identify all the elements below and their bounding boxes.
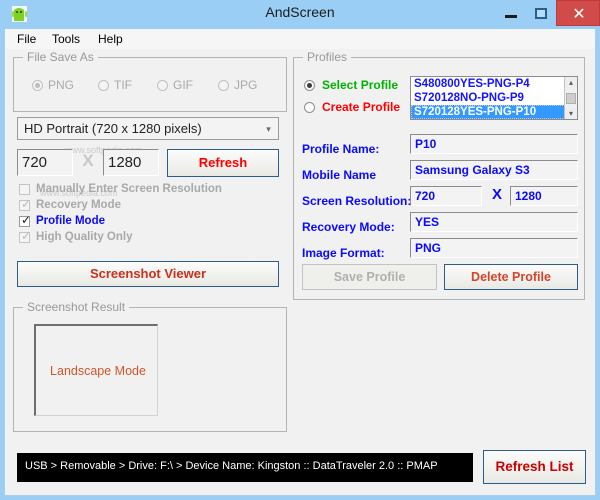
- radio-png-label: PNG: [48, 78, 75, 92]
- radio-png[interactable]: [32, 80, 43, 91]
- checkbox-recovery-mode-label: Recovery Mode: [36, 199, 122, 211]
- menu-item-help[interactable]: Help: [94, 31, 127, 47]
- scroll-down-icon[interactable]: ▾: [565, 108, 577, 119]
- image-format-label: Image Format:: [302, 246, 385, 260]
- maximize-button[interactable]: [526, 0, 556, 28]
- screenshot-result-group: Screenshot Result Landscape Mode: [13, 300, 287, 432]
- checkbox-manual-resolution[interactable]: [19, 184, 30, 195]
- mobile-name-input[interactable]: Samsung Galaxy S3: [410, 160, 578, 180]
- menu-item-tools[interactable]: Tools: [48, 31, 84, 47]
- radio-gif-label: GIF: [173, 78, 193, 92]
- check-icon: ✓: [21, 197, 32, 211]
- profile-width-input[interactable]: 720: [410, 186, 482, 206]
- screenshot-result-title: Screenshot Result: [23, 300, 130, 314]
- minimize-button[interactable]: [496, 0, 526, 28]
- application-window: AndScreen ✕ File Tools Help www.softpedi…: [0, 0, 600, 500]
- refresh-list-button[interactable]: Refresh List: [483, 450, 586, 484]
- checkbox-profile-mode[interactable]: ✓: [19, 213, 32, 227]
- file-save-as-group: File Save As PNG TIF GIF JPG: [13, 50, 287, 112]
- device-status-bar: USB > Removable > Drive: F:\ > Device Na…: [17, 453, 473, 482]
- file-save-as-title: File Save As: [23, 50, 98, 64]
- close-button[interactable]: ✕: [556, 0, 600, 26]
- close-icon: ✕: [572, 6, 586, 23]
- scrollbar-thumb[interactable]: [566, 93, 576, 104]
- menu-item-file[interactable]: File: [13, 31, 40, 47]
- preview-orientation-label: Landscape Mode: [50, 364, 146, 378]
- screenshot-preview[interactable]: Landscape Mode: [34, 324, 158, 416]
- profiles-title: Profiles: [303, 50, 352, 64]
- profile-name-label: Profile Name:: [302, 142, 380, 156]
- profile-resolution-separator: X: [491, 186, 502, 203]
- recovery-mode-label: Recovery Mode:: [302, 220, 395, 234]
- profiles-group: Profiles Select Profile Create Profile S…: [293, 50, 585, 300]
- profile-height-input[interactable]: 1280: [510, 186, 578, 206]
- mobile-name-label: Mobile Name: [302, 168, 377, 182]
- image-format-input[interactable]: PNG: [410, 238, 578, 258]
- resolution-separator: X: [82, 151, 94, 170]
- checkbox-profile-mode-label: Profile Mode: [36, 215, 106, 227]
- list-item[interactable]: S480800YES-PNG-P4: [411, 77, 577, 91]
- checkbox-high-quality-only-label: High Quality Only: [36, 231, 133, 243]
- profiles-listbox[interactable]: S480800YES-PNG-P4 S720128NO-PNG-P9 S7201…: [410, 76, 578, 120]
- radio-gif[interactable]: [157, 80, 168, 91]
- minimize-icon: [505, 15, 517, 18]
- checkbox-manual-resolution-label: Manually Enter Screen Resolution: [36, 183, 222, 195]
- radio-tif[interactable]: [98, 80, 109, 91]
- radio-create-profile[interactable]: [304, 102, 315, 113]
- radio-jpg-label: JPG: [234, 78, 258, 92]
- checkbox-high-quality-only[interactable]: ✓: [19, 229, 32, 243]
- chevron-down-icon: ▾: [266, 124, 271, 134]
- screen-resolution-label: Screen Resolution:: [302, 194, 412, 208]
- refresh-button[interactable]: Refresh: [167, 149, 279, 177]
- title-bar: AndScreen ✕: [0, 0, 600, 29]
- save-profile-button[interactable]: Save Profile: [302, 264, 437, 290]
- radio-png-dot: [35, 83, 40, 88]
- client-area: www.softpedia.com www.softpedia.com File…: [4, 49, 596, 496]
- list-item[interactable]: S720128YES-PNG-P10: [411, 105, 577, 119]
- profiles-list-scrollbar[interactable]: ▴ ▾: [564, 77, 577, 119]
- screenshot-viewer-button[interactable]: Screenshot Viewer: [17, 261, 279, 287]
- radio-jpg[interactable]: [218, 80, 229, 91]
- check-icon: ✓: [21, 229, 32, 243]
- maximize-icon: [535, 8, 547, 19]
- scroll-up-icon[interactable]: ▴: [565, 77, 577, 88]
- recovery-mode-input[interactable]: YES: [410, 212, 578, 232]
- radio-select-profile[interactable]: [304, 80, 315, 91]
- radio-tif-label: TIF: [114, 78, 132, 92]
- radio-select-profile-label: Select Profile: [322, 78, 399, 92]
- screen-width-input[interactable]: 720: [17, 149, 73, 176]
- radio-create-profile-label: Create Profile: [322, 100, 401, 114]
- resolution-preset-combo[interactable]: HD Portrait (720 x 1280 pixels) ▾: [17, 117, 279, 140]
- radio-select-profile-dot: [307, 83, 312, 88]
- checkbox-recovery-mode[interactable]: ✓: [19, 197, 32, 211]
- delete-profile-button[interactable]: Delete Profile: [444, 264, 578, 290]
- resolution-preset-value: HD Portrait (720 x 1280 pixels): [24, 121, 202, 136]
- menu-bar: File Tools Help: [4, 29, 596, 49]
- list-item[interactable]: S720128NO-PNG-P9: [411, 91, 577, 105]
- screen-height-input[interactable]: 1280: [103, 149, 159, 176]
- check-icon: ✓: [21, 213, 32, 227]
- profile-name-input[interactable]: P10: [410, 134, 578, 154]
